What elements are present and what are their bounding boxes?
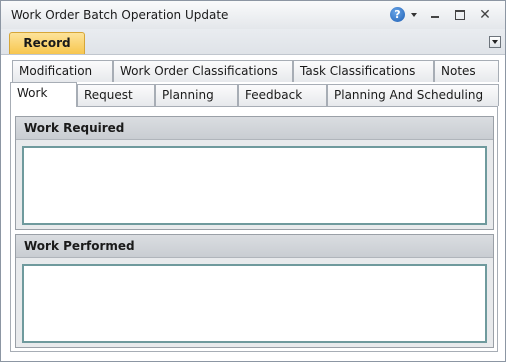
tab-work-order-classifications[interactable]: Work Order Classifications [113,60,293,82]
work-required-section: Work Required [15,116,494,230]
tab-notes[interactable]: Notes [434,60,499,82]
tab-planning-and-scheduling[interactable]: Planning And Scheduling [327,84,499,106]
tab-feedback[interactable]: Feedback [238,84,327,106]
work-required-header: Work Required [16,117,493,140]
work-required-field[interactable] [22,146,487,225]
tab-request[interactable]: Request [77,84,155,106]
title-bar[interactable]: Work Order Batch Operation Update ? ✕ [1,1,505,29]
ribbon-menu-button[interactable] [489,36,501,48]
work-performed-header: Work Performed [16,235,493,258]
ribbon-tab-record[interactable]: Record [9,32,85,54]
window-title: Work Order Batch Operation Update [11,8,229,22]
tab-task-classifications[interactable]: Task Classifications [293,60,434,82]
tab-planning[interactable]: Planning [155,84,238,106]
help-icon[interactable]: ? [390,7,405,22]
minimize-button[interactable] [428,8,442,22]
dialog-window: Work Order Batch Operation Update ? ✕ Re… [0,0,506,362]
work-performed-section: Work Performed [15,234,494,348]
work-performed-field[interactable] [22,264,487,343]
tab-work[interactable]: Work [10,82,77,107]
close-button[interactable]: ✕ [478,8,492,22]
tab-modification[interactable]: Modification [12,60,113,82]
maximize-button[interactable] [453,8,467,22]
help-dropdown-icon[interactable] [411,13,417,17]
